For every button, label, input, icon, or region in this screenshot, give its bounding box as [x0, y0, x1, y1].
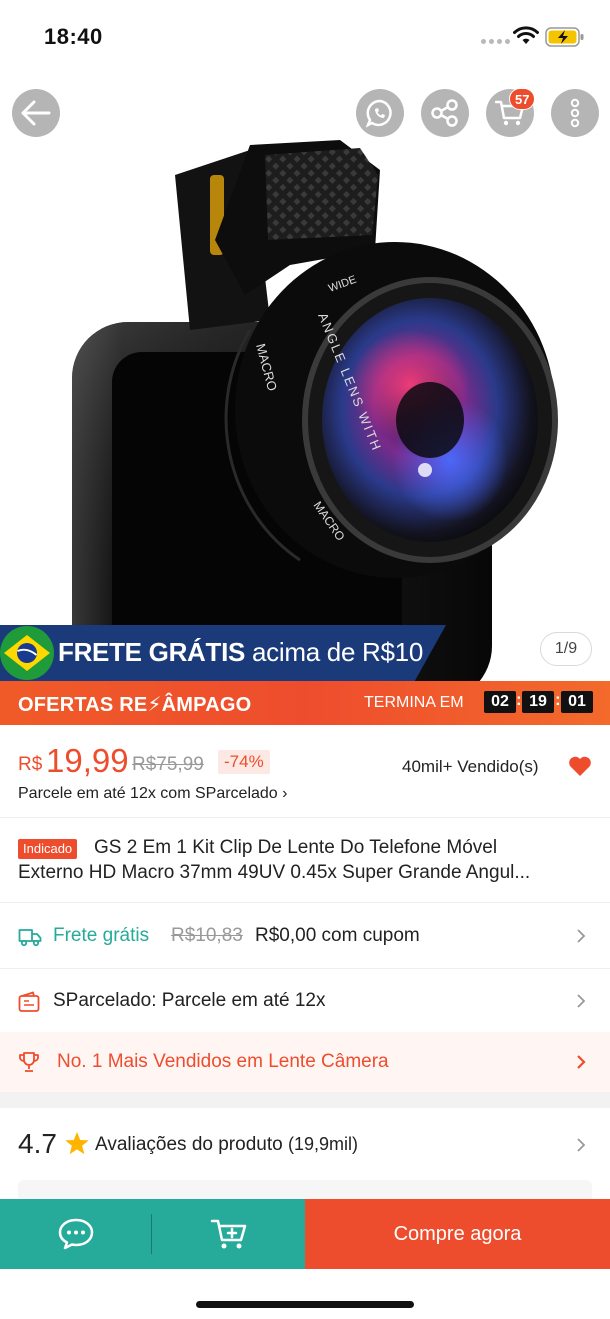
status-time: 18:40	[44, 24, 103, 49]
chat-icon	[58, 1218, 94, 1250]
product-photo: MACRO ANGLE LENS WITH WIDE MACRO	[72, 140, 558, 682]
section-divider	[0, 1092, 610, 1108]
cellular-signal-icon	[481, 39, 510, 44]
share-icon	[431, 99, 458, 127]
chevron-right-icon	[577, 1138, 586, 1152]
bottom-action-bar: Compre agora	[0, 1199, 610, 1269]
shipping-new-price: R$0,00 com cupom	[255, 925, 420, 946]
timer-seconds: 01	[561, 691, 593, 713]
sparcelado-row[interactable]: SParcelado: Parcele em até 12x	[0, 968, 610, 1032]
back-button[interactable]	[12, 89, 60, 137]
reviews-label: Avaliações do produto (19,9mil)	[95, 1134, 358, 1155]
reviews-count: (19,9mil)	[287, 1134, 358, 1154]
product-title: GS 2 Em 1 Kit Clip De Lente Do Telefone …	[18, 835, 592, 887]
battery-charging-icon	[545, 27, 584, 47]
add-to-cart-icon	[210, 1219, 246, 1249]
flash-sale-title: OFERTAS RE⚡ÂMPAGO	[18, 694, 252, 716]
arrow-left-icon	[21, 100, 51, 126]
discount-badge: -74%	[218, 750, 270, 774]
flash-sale-ends-label: TERMINA EM	[364, 694, 464, 711]
shipping-old-price: R$10,83	[171, 925, 243, 946]
timer-separator: :	[555, 690, 561, 709]
price-section: R$ 19,99 R$75,99 -74% 40mil+ Vendido(s) …	[0, 725, 610, 817]
sparcelado-label: SParcelado: Parcele em até 12x	[53, 990, 326, 1011]
buy-now-button[interactable]: Compre agora	[305, 1199, 610, 1269]
add-to-cart-button[interactable]	[152, 1199, 305, 1269]
timer-hours: 02	[484, 691, 516, 713]
original-price: R$75,99	[132, 754, 204, 775]
bestseller-label: No. 1 Mais Vendidos em Lente Câmera	[57, 1051, 389, 1072]
whatsapp-share-button[interactable]	[356, 89, 404, 137]
free-shipping-text: FRETE GRÁTIS acima de R$10	[58, 637, 423, 667]
truck-icon	[18, 929, 42, 947]
timer-minutes: 19	[522, 691, 554, 713]
free-shipping-label: Frete grátis	[53, 925, 150, 946]
rating-value: 4.7	[18, 1128, 57, 1159]
reviews-row[interactable]: 4.7 Avaliações do produto (19,9mil)	[0, 1108, 610, 1210]
wifi-icon	[513, 26, 539, 44]
chevron-right-icon	[577, 994, 586, 1008]
installment-link[interactable]: Parcele em até 12x com SParcelado ›	[18, 785, 287, 803]
more-options-button[interactable]	[551, 89, 599, 137]
timer-separator: :	[516, 690, 522, 709]
flash-sale-bar[interactable]: OFERTAS RE⚡ÂMPAGO TERMINA EM 02 : 19 : 0…	[0, 681, 610, 725]
whatsapp-icon	[365, 99, 392, 128]
status-bar: 18:40	[0, 0, 610, 70]
more-vertical-icon	[570, 98, 580, 128]
product-title-line2: Externo HD Macro 37mm 49UV 0.45x Super G…	[18, 862, 531, 883]
star-icon	[65, 1132, 89, 1155]
image-counter: 1/9	[540, 632, 592, 666]
current-price: 19,99	[46, 742, 129, 779]
heart-icon[interactable]	[568, 755, 592, 777]
product-image-gallery[interactable]: MACRO ANGLE LENS WITH WIDE MACRO	[0, 70, 610, 682]
chevron-right-icon	[577, 929, 586, 943]
product-title-line1: GS 2 Em 1 Kit Clip De Lente Do Telefone …	[94, 837, 498, 858]
cart-count-badge: 57	[509, 88, 536, 110]
home-indicator[interactable]	[196, 1301, 414, 1308]
sold-count: 40mil+ Vendido(s)	[402, 757, 539, 776]
bestseller-row[interactable]: No. 1 Mais Vendidos em Lente Câmera	[0, 1032, 610, 1092]
trophy-icon	[19, 1052, 39, 1072]
share-button[interactable]	[421, 89, 469, 137]
wallet-icon	[18, 991, 40, 1012]
product-title-section: Indicado GS 2 Em 1 Kit Clip De Lente Do …	[0, 817, 610, 902]
brazil-flag-icon	[0, 626, 54, 680]
price-currency: R$	[18, 754, 43, 775]
chevron-right-icon	[577, 1055, 586, 1069]
chat-button[interactable]	[0, 1199, 152, 1269]
free-shipping-banner: FRETE GRÁTIS acima de R$10	[0, 625, 446, 681]
shipping-row[interactable]: Frete grátis R$10,83 R$0,00 com cupom	[0, 902, 610, 968]
